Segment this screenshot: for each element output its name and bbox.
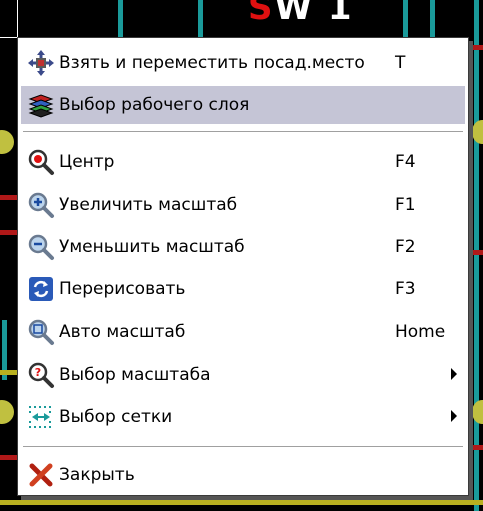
- zoom-out-icon: [27, 233, 55, 261]
- svg-text:?: ?: [35, 366, 41, 379]
- menu-item-label: Увеличить масштаб: [59, 195, 238, 215]
- menu-item-label: Выбор масштаба: [59, 365, 211, 385]
- menu-item-zoom-in[interactable]: Увеличить масштаб F1: [21, 186, 465, 224]
- menu-item-auto-zoom[interactable]: Авто масштаб Home: [21, 313, 465, 351]
- zoom-auto-icon: [27, 318, 55, 346]
- pcb-pad: [0, 400, 14, 424]
- menu-item-zoom-out[interactable]: Уменьшить масштаб F2: [21, 228, 465, 266]
- menu-item-label: Авто масштаб: [59, 322, 186, 342]
- zoom-in-icon: [27, 191, 55, 219]
- submenu-arrow-icon: [451, 368, 457, 380]
- menu-item-move-footprint[interactable]: Взять и переместить посад.место T: [21, 44, 465, 82]
- pcb-trace: [0, 500, 483, 505]
- menu-separator: [23, 131, 463, 135]
- pcb-pad: [0, 130, 14, 154]
- zoom-select-icon: ?: [27, 361, 55, 389]
- pcb-trace: [403, 0, 408, 40]
- pcb-trace: [470, 45, 483, 50]
- grid-select-icon: [27, 403, 55, 431]
- menu-item-label: Закрыть: [59, 465, 135, 485]
- pcb-trace: [430, 0, 435, 40]
- menu-item-shortcut: F2: [395, 237, 416, 257]
- menu-item-shortcut: F4: [395, 152, 416, 172]
- redraw-icon: [27, 275, 55, 303]
- menu-item-label: Выбор сетки: [59, 407, 173, 427]
- menu-item-label: Взять и переместить посад.место: [59, 53, 365, 73]
- pcb-trace: [0, 195, 17, 200]
- menu-item-shortcut: Home: [395, 322, 446, 342]
- menu-item-close[interactable]: Закрыть: [21, 456, 465, 494]
- menu-item-select-layer[interactable]: Выбор рабочего слоя: [21, 86, 465, 124]
- menu-item-label: Перерисовать: [59, 279, 186, 299]
- pcb-trace: [0, 230, 17, 235]
- pcb-trace: [474, 0, 479, 511]
- pcb-trace: [198, 0, 203, 40]
- menu-item-shortcut: F3: [395, 279, 416, 299]
- menu-item-zoom-select[interactable]: ? Выбор масштаба: [21, 356, 465, 394]
- menu-item-label: Центр: [59, 152, 115, 172]
- zoom-center-icon: [27, 148, 55, 176]
- submenu-arrow-icon: [451, 410, 457, 422]
- ref-number: 1: [327, 0, 354, 28]
- menu-item-grid-select[interactable]: Выбор сетки: [21, 398, 465, 436]
- pcb-trace: [470, 445, 483, 450]
- menu-item-label: Уменьшить масштаб: [59, 237, 245, 257]
- menu-item-shortcut: T: [395, 53, 406, 73]
- move-footprint-icon: [27, 49, 55, 77]
- pcb-trace: [470, 250, 483, 255]
- pcb-trace: [118, 0, 123, 40]
- menu-separator: [23, 446, 463, 450]
- menu-item-redraw[interactable]: Перерисовать F3: [21, 270, 465, 308]
- ref-marker: S: [248, 0, 275, 28]
- layers-icon: [27, 91, 55, 119]
- pcb-trace: [0, 370, 17, 375]
- close-icon: [27, 461, 55, 489]
- footprint-reference: SW 1: [248, 0, 354, 28]
- menu-item-label: Выбор рабочего слоя: [59, 95, 250, 115]
- ref-letter: W: [274, 0, 315, 28]
- pcb-trace: [0, 455, 17, 460]
- menu-item-center[interactable]: Центр F4: [21, 143, 465, 181]
- context-menu: Взять и переместить посад.место T Выбор …: [17, 37, 469, 496]
- menu-item-shortcut: F1: [395, 195, 416, 215]
